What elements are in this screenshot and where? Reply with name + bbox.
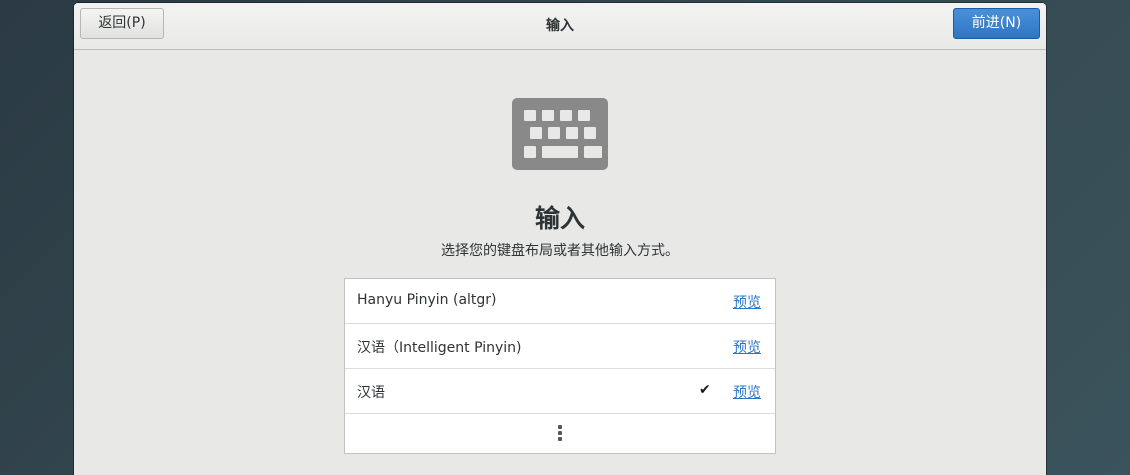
input-source-label: Hanyu Pinyin (altgr) — [357, 292, 497, 308]
more-sources-button[interactable] — [345, 414, 775, 455]
input-source-label: 汉语 — [357, 385, 385, 401]
page-subtitle: 选择您的键盘布局或者其他输入方式。 — [441, 243, 679, 259]
input-source-row-selected[interactable]: 汉语 ✔ 预览 — [345, 369, 775, 414]
view-more-icon — [557, 425, 563, 445]
input-source-list: Hanyu Pinyin (altgr) 预览 汉语（Intelligent P… — [344, 278, 776, 454]
input-source-row[interactable]: Hanyu Pinyin (altgr) 预览 — [345, 279, 775, 324]
preview-link[interactable]: 预览 — [733, 292, 761, 312]
preview-link[interactable]: 预览 — [733, 382, 761, 402]
input-source-label: 汉语（Intelligent Pinyin) — [357, 340, 522, 356]
keyboard-icon — [512, 98, 608, 170]
setup-window: 返回(P) 输入 前进(N) 输入 选择您的键盘布局或者其他输入方式。 Hany… — [74, 3, 1046, 475]
input-source-row[interactable]: 汉语（Intelligent Pinyin) 预览 — [345, 324, 775, 369]
next-button[interactable]: 前进(N) — [953, 8, 1040, 39]
header-title: 输入 — [546, 18, 574, 34]
preview-link[interactable]: 预览 — [733, 337, 761, 357]
checkmark-icon: ✔ — [699, 382, 711, 398]
page-title: 输入 — [534, 204, 585, 233]
header-bar: 返回(P) 输入 前进(N) — [74, 3, 1046, 50]
